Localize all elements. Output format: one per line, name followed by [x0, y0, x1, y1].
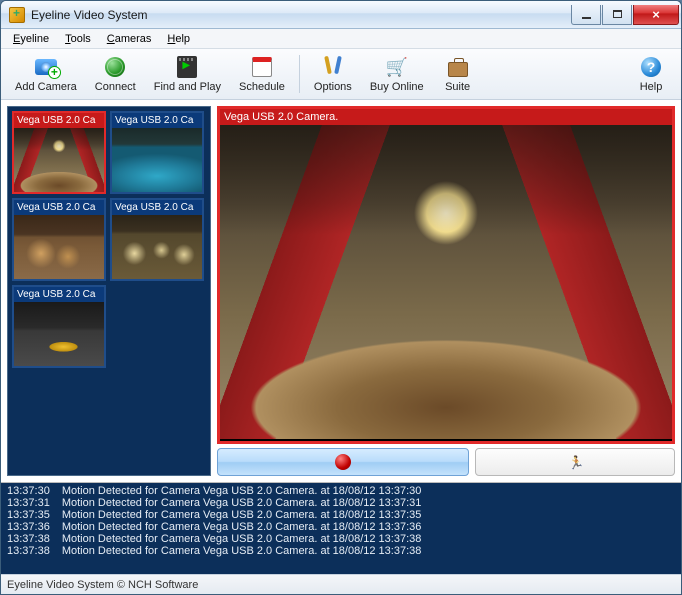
help-label: Help — [640, 81, 663, 93]
log-message: Motion Detected for Camera Vega USB 2.0 … — [62, 533, 434, 545]
thumbnail-label: Vega USB 2.0 Ca — [14, 200, 104, 215]
calendar-icon — [252, 57, 272, 77]
cart-icon: 🛒 — [385, 55, 409, 79]
thumbnail-label: Vega USB 2.0 Ca — [112, 113, 202, 128]
help-button[interactable]: ? Help — [627, 53, 675, 95]
buy-online-button[interactable]: 🛒 Buy Online — [362, 53, 432, 95]
log-row: 13:37:35Motion Detected for Camera Vega … — [7, 509, 433, 521]
log-row: 13:37:30Motion Detected for Camera Vega … — [7, 485, 433, 497]
options-label: Options — [314, 81, 352, 93]
log-time: 13:37:30 — [7, 485, 62, 497]
log-message: Motion Detected for Camera Vega USB 2.0 … — [62, 521, 434, 533]
briefcase-icon — [448, 62, 468, 77]
main-area: Vega USB 2.0 Ca Vega USB 2.0 Ca Vega USB 2… — [1, 100, 681, 482]
thumbnail-image — [14, 302, 104, 366]
find-play-button[interactable]: Find and Play — [146, 53, 229, 95]
feed-image — [220, 125, 672, 439]
log-time: 13:37:35 — [7, 509, 62, 521]
add-camera-button[interactable]: Add Camera — [7, 53, 85, 95]
log-time: 13:37:38 — [7, 533, 62, 545]
log-message: Motion Detected for Camera Vega USB 2.0 … — [62, 545, 434, 557]
feed-label: Vega USB 2.0 Camera. — [220, 109, 672, 125]
help-icon: ? — [641, 57, 661, 77]
toolbar-separator — [299, 55, 300, 93]
log-time: 13:37:38 — [7, 545, 62, 557]
status-text: Eyeline Video System © NCH Software — [7, 579, 198, 591]
suite-label: Suite — [445, 81, 470, 93]
menu-tools[interactable]: Tools — [57, 31, 99, 47]
close-button[interactable]: × — [633, 5, 679, 25]
titlebar[interactable]: Eyeline Video System × — [1, 1, 681, 29]
live-feed[interactable]: Vega USB 2.0 Camera. — [217, 106, 675, 444]
app-icon — [9, 7, 25, 23]
menu-help[interactable]: Help — [159, 31, 198, 47]
menubar: Eyeline Tools Cameras Help — [1, 29, 681, 49]
tools-icon — [323, 56, 343, 78]
log-row: 13:37:38Motion Detected for Camera Vega … — [7, 533, 433, 545]
log-message: Motion Detected for Camera Vega USB 2.0 … — [62, 497, 434, 509]
add-camera-label: Add Camera — [15, 81, 77, 93]
thumbnail-label: Vega USB 2.0 Ca — [14, 287, 104, 302]
suite-button[interactable]: Suite — [434, 53, 482, 95]
maximize-button[interactable] — [602, 5, 632, 25]
event-log[interactable]: 13:37:30Motion Detected for Camera Vega … — [1, 482, 681, 574]
camera-thumbnail[interactable]: Vega USB 2.0 Ca — [110, 111, 204, 194]
camera-add-icon — [35, 59, 57, 75]
status-bar: Eyeline Video System © NCH Software — [1, 574, 681, 594]
film-play-icon — [177, 56, 197, 78]
record-icon — [335, 454, 351, 470]
camera-list: Vega USB 2.0 Ca Vega USB 2.0 Ca Vega USB 2… — [7, 106, 211, 476]
schedule-button[interactable]: Schedule — [231, 53, 293, 95]
connect-label: Connect — [95, 81, 136, 93]
running-person-icon — [568, 454, 582, 470]
log-message: Motion Detected for Camera Vega USB 2.0 … — [62, 485, 434, 497]
camera-thumbnail[interactable]: Vega USB 2.0 Ca — [110, 198, 204, 281]
log-row: 13:37:36Motion Detected for Camera Vega … — [7, 521, 433, 533]
window-buttons: × — [571, 5, 679, 25]
log-message: Motion Detected for Camera Vega USB 2.0 … — [62, 509, 434, 521]
thumbnail-image — [112, 128, 202, 192]
thumbnail-image — [14, 128, 104, 192]
record-button[interactable] — [217, 448, 469, 476]
camera-thumbnail[interactable]: Vega USB 2.0 Ca — [12, 198, 106, 281]
camera-thumbnail[interactable]: Vega USB 2.0 Ca — [12, 111, 106, 194]
thumbnail-image — [112, 215, 202, 279]
connect-button[interactable]: Connect — [87, 53, 144, 95]
log-time: 13:37:36 — [7, 521, 62, 533]
menu-cameras[interactable]: Cameras — [99, 31, 160, 47]
globe-icon — [105, 57, 125, 77]
options-button[interactable]: Options — [306, 53, 360, 95]
log-time: 13:37:31 — [7, 497, 62, 509]
schedule-label: Schedule — [239, 81, 285, 93]
camera-thumbnail[interactable]: Vega USB 2.0 Ca — [12, 285, 106, 368]
app-window: Eyeline Video System × Eyeline Tools Cam… — [0, 0, 682, 595]
buy-online-label: Buy Online — [370, 81, 424, 93]
window-title: Eyeline Video System — [31, 8, 571, 22]
motion-button[interactable] — [475, 448, 675, 476]
log-row: 13:37:38Motion Detected for Camera Vega … — [7, 545, 433, 557]
minimize-button[interactable] — [571, 5, 601, 25]
find-play-label: Find and Play — [154, 81, 221, 93]
log-row: 13:37:31Motion Detected for Camera Vega … — [7, 497, 433, 509]
toolbar: Add Camera Connect Find and Play Schedul… — [1, 49, 681, 100]
thumbnail-label: Vega USB 2.0 Ca — [112, 200, 202, 215]
thumbnail-image — [14, 215, 104, 279]
preview-controls — [217, 448, 675, 476]
thumbnail-label: Vega USB 2.0 Ca — [14, 113, 104, 128]
menu-eyeline[interactable]: Eyeline — [5, 31, 57, 47]
preview-pane: Vega USB 2.0 Camera. — [217, 106, 675, 476]
